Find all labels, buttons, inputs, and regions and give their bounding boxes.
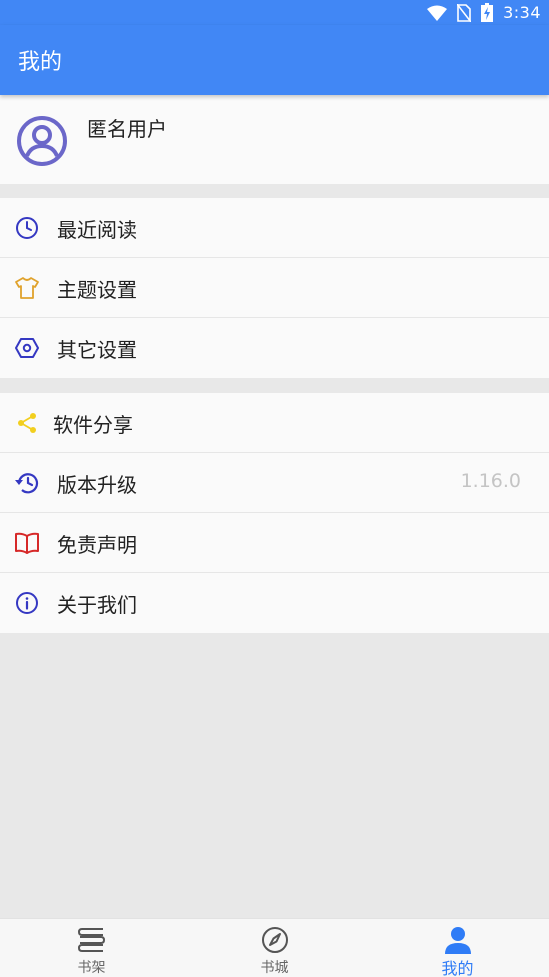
- profile-card[interactable]: 匿名用户: [0, 95, 549, 184]
- menu-item-share-app[interactable]: 软件分享: [0, 393, 549, 453]
- status-bar: 3:34: [0, 0, 549, 25]
- menu-item-version-update[interactable]: 版本升级 1.16.0: [0, 453, 549, 513]
- wifi-icon: [427, 5, 448, 21]
- clock-icon: [16, 217, 38, 239]
- menu-label: 主题设置: [57, 278, 137, 302]
- info-icon: [16, 592, 38, 614]
- status-time: 3:34: [503, 3, 541, 22]
- menu-label: 其它设置: [57, 338, 137, 362]
- book-open-icon: [15, 532, 39, 554]
- compass-icon: [261, 927, 288, 953]
- page-title: 我的: [18, 50, 63, 75]
- tshirt-icon: [15, 277, 39, 299]
- bottom-nav: 书架 书城 我的: [0, 918, 549, 977]
- menu-item-recent-reading[interactable]: 最近阅读: [0, 198, 549, 258]
- tab-bookshelf[interactable]: 书架: [0, 919, 183, 977]
- bookshelf-icon: [77, 928, 105, 952]
- tab-bookstore[interactable]: 书城: [183, 919, 366, 977]
- menu-label: 版本升级: [57, 473, 137, 497]
- tab-label: 我的: [441, 959, 474, 977]
- menu-item-disclaimer[interactable]: 免责声明: [0, 513, 549, 573]
- history-icon: [15, 473, 39, 494]
- version-value: 1.16.0: [460, 470, 521, 492]
- user-name: 匿名用户: [87, 117, 167, 141]
- menu-label: 免责声明: [57, 533, 137, 557]
- settings-group-2: 软件分享 版本升级 1.16.0 免责声明 关于我们: [0, 393, 549, 633]
- menu-label: 关于我们: [57, 593, 137, 617]
- share-icon: [18, 413, 36, 433]
- menu-label: 软件分享: [53, 413, 133, 437]
- menu-item-theme-settings[interactable]: 主题设置: [0, 258, 549, 318]
- menu-label: 最近阅读: [57, 218, 137, 242]
- user-circle-icon: [17, 116, 67, 166]
- no-sim-icon: [457, 3, 472, 22]
- tab-mine[interactable]: 我的: [366, 919, 549, 977]
- tab-label: 书城: [260, 960, 289, 976]
- menu-item-about-us[interactable]: 关于我们: [0, 573, 549, 633]
- person-icon: [444, 927, 471, 954]
- hexagon-settings-icon: [15, 338, 39, 358]
- menu-item-other-settings[interactable]: 其它设置: [0, 318, 549, 378]
- app-bar: 我的: [0, 25, 549, 95]
- battery-charging-icon: [481, 3, 494, 22]
- tab-label: 书架: [77, 960, 106, 976]
- settings-group-1: 最近阅读 主题设置 其它设置: [0, 198, 549, 378]
